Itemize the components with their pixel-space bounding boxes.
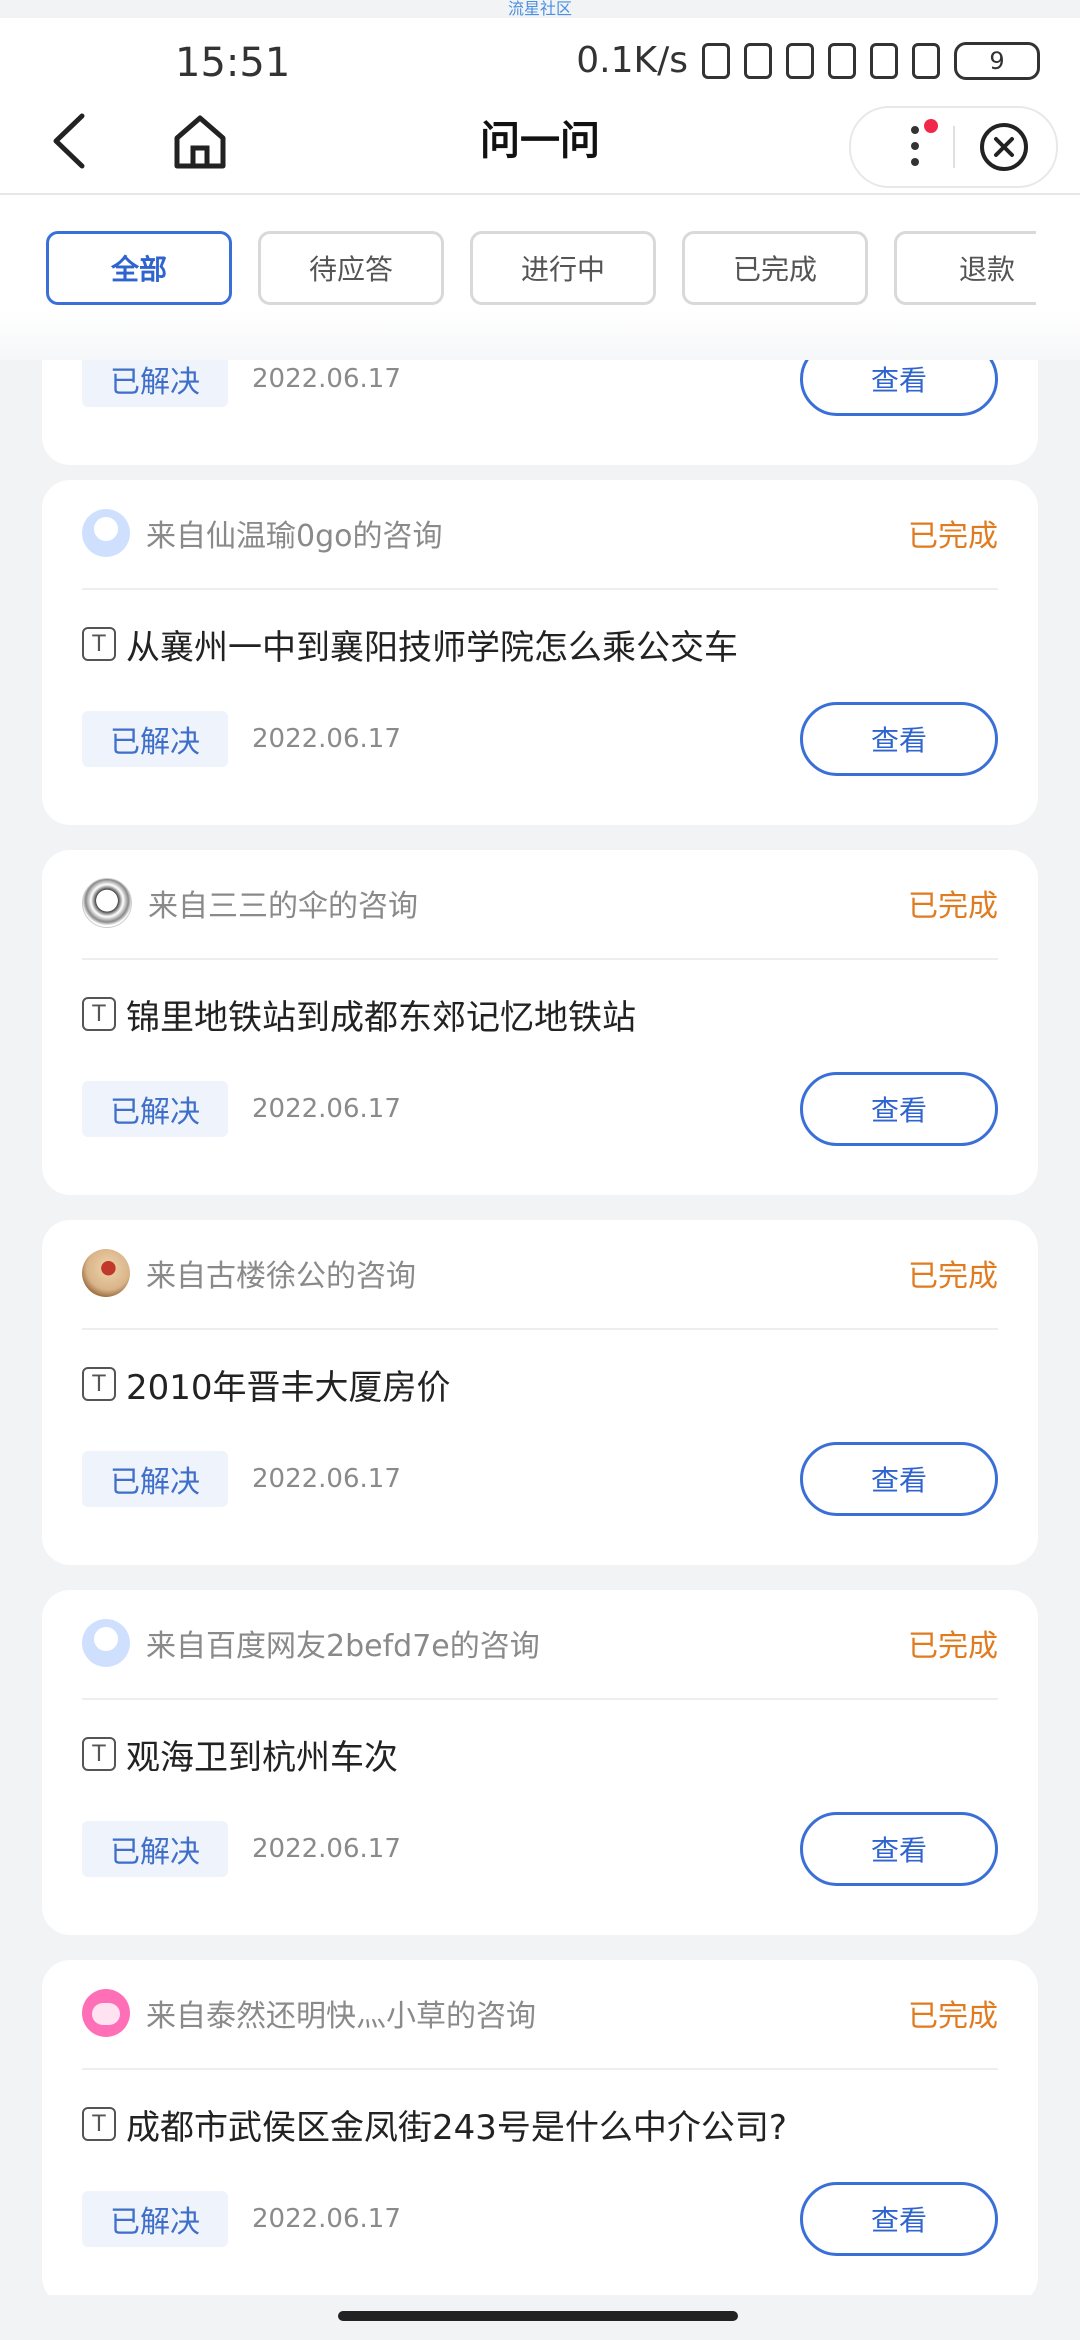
card-footer: 已解决 2022.06.17 查看	[82, 1440, 998, 1518]
signal-icon-2	[828, 42, 856, 79]
nav-bar: 问一问	[0, 88, 1080, 195]
divider	[82, 1698, 998, 1700]
bluetooth-icon	[702, 42, 730, 79]
avatar	[82, 509, 130, 557]
avatar	[82, 1619, 130, 1667]
watermark-text: 流星社区	[507, 0, 572, 18]
more-icon[interactable]	[891, 116, 951, 176]
text-type-icon: T	[82, 627, 116, 661]
resolved-badge: 已解决	[82, 2191, 228, 2247]
card-date: 2022.06.17	[252, 1464, 401, 1494]
card-header: 来自百度网友2befd7e的咨询 已完成	[82, 1616, 998, 1670]
card-header: 来自三三的伞的咨询 已完成	[82, 876, 998, 930]
close-icon[interactable]	[975, 118, 1033, 176]
mini-program-capsule	[849, 106, 1058, 188]
question-text: 锦里地铁站到成都东郊记忆地铁站	[126, 997, 636, 1038]
hd-icon-2	[870, 42, 898, 79]
resolved-badge: 已解决	[82, 1821, 228, 1877]
view-button[interactable]: 查看	[800, 1812, 998, 1886]
view-button[interactable]: 查看	[800, 1072, 998, 1146]
consultation-source: 来自仙温瑜0go的咨询	[146, 519, 443, 554]
consultation-source: 来自三三的伞的咨询	[148, 889, 418, 924]
card-footer: 已解决 2022.06.17 查看	[82, 700, 998, 778]
resolved-badge: 已解决	[82, 711, 228, 767]
filter-tabs: 全部 待应答 进行中 已完成 退款	[46, 231, 1036, 317]
status-label: 已完成	[908, 889, 998, 924]
resolved-badge: 已解决	[82, 1081, 228, 1137]
consultation-card: 已解决 2022.06.17 查看	[42, 360, 1038, 465]
card-header: 来自仙温瑜0go的咨询 已完成	[82, 506, 998, 560]
divider	[82, 2068, 998, 2070]
tab-all[interactable]: 全部	[46, 231, 232, 305]
resolved-badge: 已解决	[82, 1451, 228, 1507]
divider	[82, 958, 998, 960]
consultation-source: 来自泰然还明快灬小草的咨询	[146, 1999, 536, 2034]
card-footer: 已解决 2022.06.17 查看	[82, 360, 998, 418]
consultation-card: 来自百度网友2befd7e的咨询 已完成 T 观海卫到杭州车次 已解决 2022…	[42, 1590, 1038, 1935]
card-footer: 已解决 2022.06.17 查看	[82, 1810, 998, 1888]
card-footer: 已解决 2022.06.17 查看	[82, 1070, 998, 1148]
view-button[interactable]: 查看	[800, 2182, 998, 2256]
capsule-divider	[953, 126, 955, 168]
avatar	[82, 1249, 130, 1297]
text-type-icon: T	[82, 1367, 116, 1401]
text-type-icon: T	[82, 997, 116, 1031]
card-date: 2022.06.17	[252, 1834, 401, 1864]
status-label: 已完成	[908, 1259, 998, 1294]
card-footer: 已解决 2022.06.17 查看	[82, 2180, 998, 2258]
consultation-card: 来自泰然还明快灬小草的咨询 已完成 T 成都市武侯区金凤街243号是什么中介公司…	[42, 1960, 1038, 2295]
card-header: 来自古楼徐公的咨询 已完成	[82, 1246, 998, 1300]
status-time: 15:51	[175, 40, 291, 86]
status-icons: 0.1K/s 9	[576, 40, 1040, 81]
card-date: 2022.06.17	[252, 724, 401, 754]
divider	[82, 588, 998, 590]
text-type-icon: T	[82, 2107, 116, 2141]
avatar	[82, 878, 132, 928]
tab-completed[interactable]: 已完成	[682, 231, 868, 305]
consultation-card: 来自三三的伞的咨询 已完成 T 锦里地铁站到成都东郊记忆地铁站 已解决 2022…	[42, 850, 1038, 1195]
question-row[interactable]: T 从襄州一中到襄阳技师学院怎么乘公交车	[82, 620, 998, 668]
question-text: 从襄州一中到襄阳技师学院怎么乘公交车	[126, 627, 738, 668]
consultation-card: 来自古楼徐公的咨询 已完成 T 2010年晋丰大厦房价 已解决 2022.06.…	[42, 1220, 1038, 1565]
question-row[interactable]: T 2010年晋丰大厦房价	[82, 1360, 998, 1408]
avatar	[82, 1989, 130, 2037]
text-type-icon: T	[82, 1737, 116, 1771]
consultation-source: 来自古楼徐公的咨询	[146, 1259, 416, 1294]
card-date: 2022.06.17	[252, 2204, 401, 2234]
card-header: 来自泰然还明快灬小草的咨询 已完成	[82, 1986, 998, 2040]
view-button[interactable]: 查看	[800, 360, 998, 416]
question-text: 2010年晋丰大厦房价	[126, 1367, 451, 1408]
question-row[interactable]: T 锦里地铁站到成都东郊记忆地铁站	[82, 990, 998, 1038]
tab-pending[interactable]: 待应答	[258, 231, 444, 305]
signal-icon	[744, 42, 772, 79]
consultation-card: 来自仙温瑜0go的咨询 已完成 T 从襄州一中到襄阳技师学院怎么乘公交车 已解决…	[42, 480, 1038, 825]
card-date: 2022.06.17	[252, 364, 401, 394]
battery-icon: 9	[954, 41, 1040, 80]
question-row[interactable]: T 观海卫到杭州车次	[82, 1730, 998, 1778]
status-label: 已完成	[908, 1629, 998, 1664]
net-speed: 0.1K/s	[576, 40, 688, 81]
view-button[interactable]: 查看	[800, 702, 998, 776]
card-date: 2022.06.17	[252, 1094, 401, 1124]
status-label: 已完成	[908, 519, 998, 554]
tab-in-progress[interactable]: 进行中	[470, 231, 656, 305]
resolved-badge: 已解决	[82, 360, 228, 407]
tab-refund[interactable]: 退款	[894, 231, 1036, 305]
consultation-list: 已解决 2022.06.17 查看 来自仙温瑜0go的咨询 已完成 T 从襄州一…	[0, 360, 1080, 2295]
divider	[82, 1328, 998, 1330]
question-text: 观海卫到杭州车次	[126, 1737, 398, 1778]
filter-bar: 全部 待应答 进行中 已完成 退款	[0, 195, 1080, 360]
question-text: 成都市武侯区金凤街243号是什么中介公司?	[126, 2107, 787, 2148]
wifi-icon	[912, 42, 940, 79]
view-button[interactable]: 查看	[800, 1442, 998, 1516]
hd-icon	[786, 42, 814, 79]
home-indicator[interactable]	[338, 2311, 738, 2321]
consultation-source: 来自百度网友2befd7e的咨询	[146, 1629, 540, 1664]
question-row[interactable]: T 成都市武侯区金凤街243号是什么中介公司?	[82, 2100, 998, 2148]
status-label: 已完成	[908, 1999, 998, 2034]
